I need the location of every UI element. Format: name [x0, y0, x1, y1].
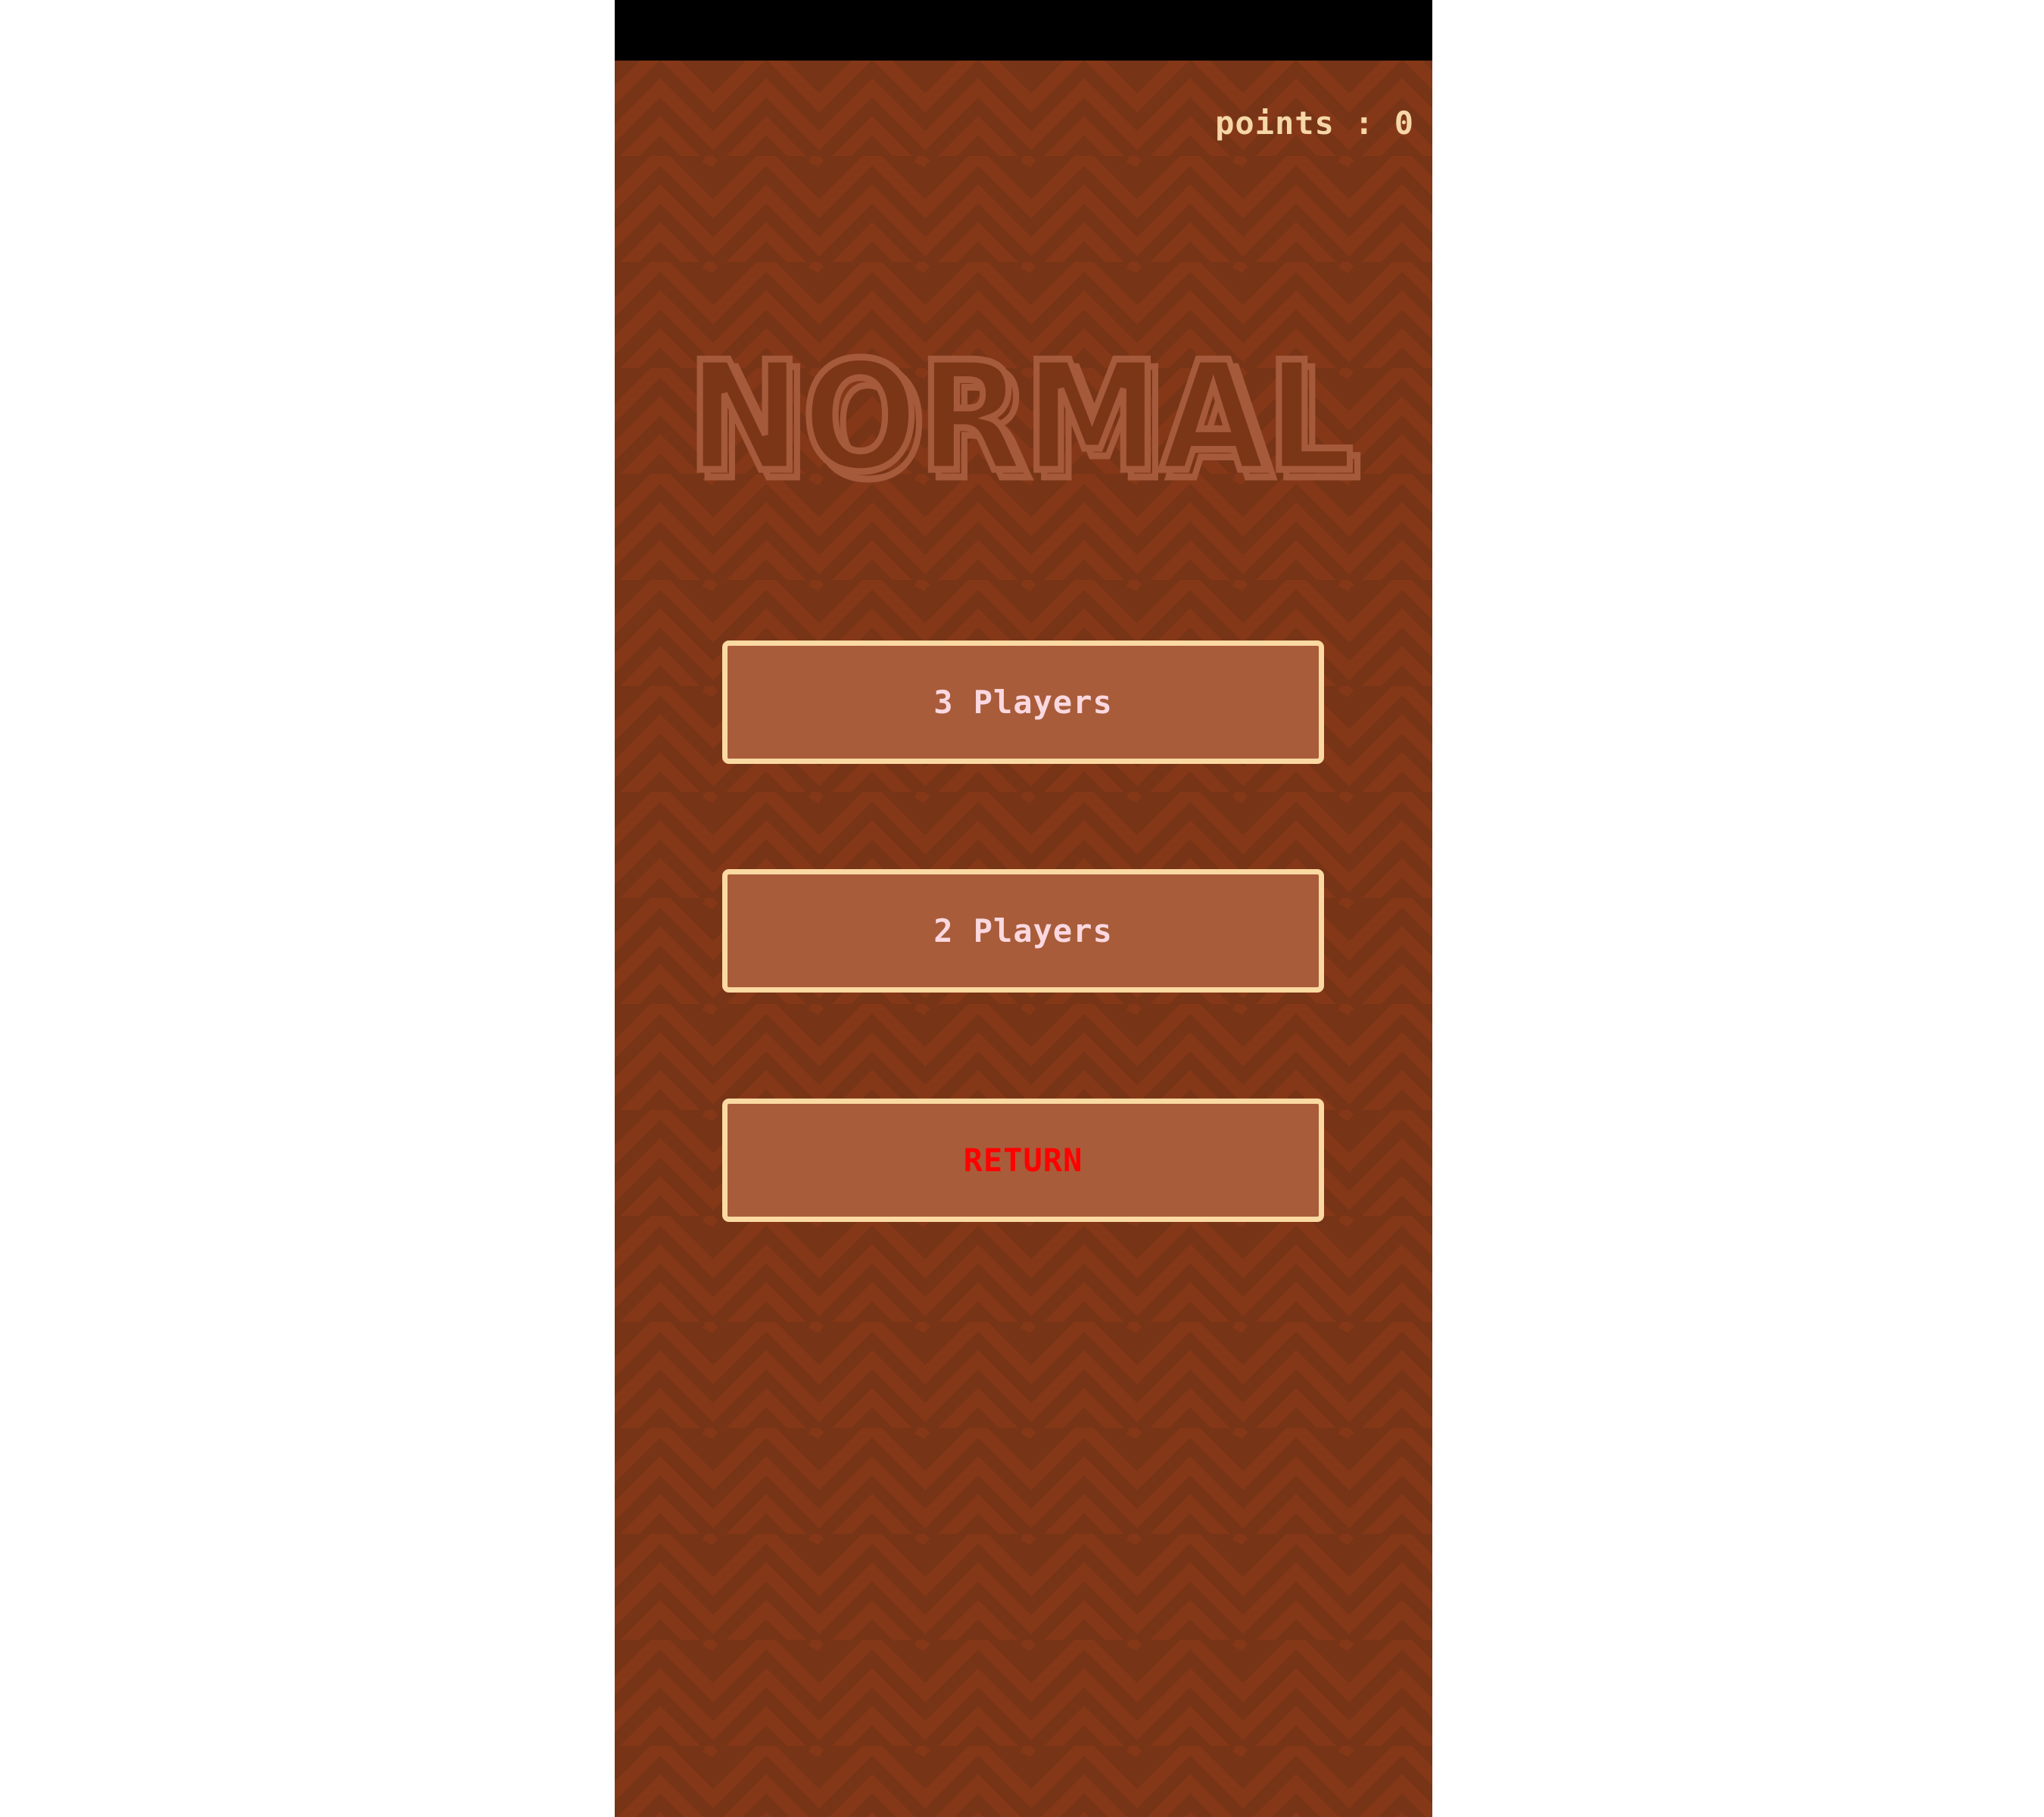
screen: points : 0 NORMAL NORMAL 3 Players 2 Pla… [0, 0, 2044, 1817]
mode-title-text: NORMAL [687, 348, 1354, 506]
three-players-button[interactable]: 3 Players [722, 640, 1324, 764]
three-players-label: 3 Players [933, 684, 1113, 721]
return-button[interactable]: RETURN [722, 1099, 1324, 1222]
game-background: points : 0 NORMAL NORMAL 3 Players 2 Pla… [615, 61, 1432, 1817]
return-label: RETURN [963, 1142, 1083, 1179]
phone-frame: points : 0 NORMAL NORMAL 3 Players 2 Pla… [615, 0, 1432, 1817]
points-counter: points : 0 [1215, 104, 1414, 142]
two-players-button[interactable]: 2 Players [722, 869, 1324, 993]
status-bar [615, 0, 1432, 61]
mode-title: NORMAL NORMAL [684, 348, 1365, 507]
two-players-label: 2 Players [933, 912, 1113, 949]
